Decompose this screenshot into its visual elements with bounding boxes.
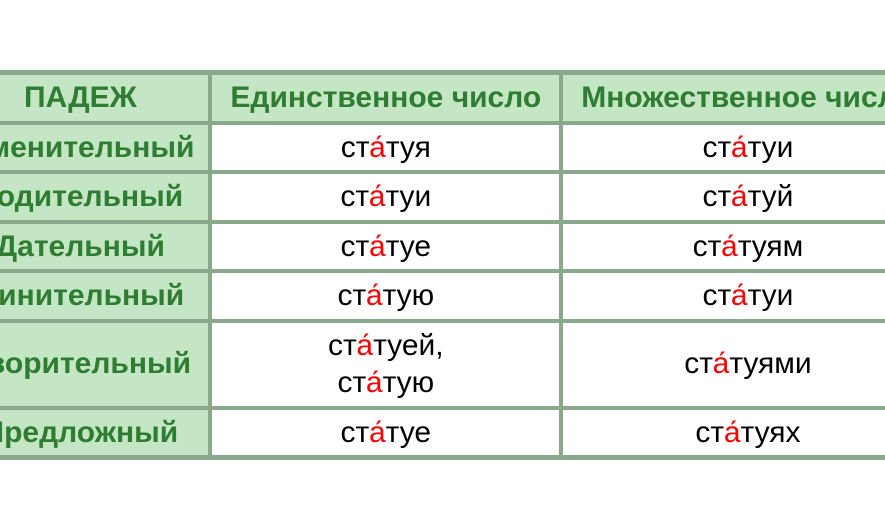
stressed-vowel: а́ xyxy=(356,329,373,362)
table-row: Винительныйста́туюста́туи xyxy=(0,272,885,320)
singular-cell: ста́тую xyxy=(211,272,560,320)
word-pre: ст xyxy=(340,180,368,213)
singular-cell: ста́туе xyxy=(211,409,560,457)
table-row: Творительныйста́туей,ста́туюста́туями xyxy=(0,322,885,407)
singular-cell: ста́туя xyxy=(211,124,560,172)
stressed-vowel: а́ xyxy=(731,131,748,164)
word-form: ста́туей, xyxy=(328,329,444,362)
stressed-vowel: а́ xyxy=(366,366,383,399)
word-pre: ст xyxy=(684,347,712,380)
word-form: ста́туями xyxy=(684,347,811,380)
table-row: Предложныйста́туеста́туях xyxy=(0,409,885,457)
word-post: туе xyxy=(386,416,431,449)
word-post: туи xyxy=(748,279,794,312)
word-form: ста́тую xyxy=(337,366,434,399)
word-form: ста́туи xyxy=(702,279,793,312)
plural-cell: ста́туи xyxy=(562,272,885,320)
plural-cell: ста́туи xyxy=(562,124,885,172)
table-row: Дательныйста́туеста́туям xyxy=(0,223,885,271)
word-form: ста́туе xyxy=(341,416,432,449)
word-pre: ст xyxy=(328,329,356,362)
word-pre: ст xyxy=(341,131,369,164)
word-pre: ст xyxy=(341,416,369,449)
word-post: туям xyxy=(738,230,804,263)
plural-cell: ста́туях xyxy=(562,409,885,457)
table-body: Именительныйста́туяста́туиРодительныйста… xyxy=(0,124,885,457)
header-row: ПАДЕЖ Единственное число Множественное ч… xyxy=(0,74,885,122)
word-post: туя xyxy=(386,131,431,164)
word-pre: ст xyxy=(693,230,721,263)
stressed-vowel: а́ xyxy=(369,180,386,213)
word-post: туями xyxy=(729,347,811,380)
case-name-cell: Родительный xyxy=(0,173,209,221)
word-form: ста́туях xyxy=(695,416,800,449)
plural-cell: ста́туями xyxy=(562,322,885,407)
word-post: туях xyxy=(741,416,801,449)
case-name-cell: Творительный xyxy=(0,322,209,407)
stressed-vowel: а́ xyxy=(731,180,748,213)
word-form: ста́тую xyxy=(337,279,434,312)
word-form: ста́туи xyxy=(340,180,431,213)
case-name-cell: Именительный xyxy=(0,124,209,172)
singular-cell: ста́туе xyxy=(211,223,560,271)
word-pre: ст xyxy=(337,366,365,399)
case-name-cell: Винительный xyxy=(0,272,209,320)
word-form: ста́туям xyxy=(693,230,804,263)
word-pre: ст xyxy=(702,279,730,312)
word-form: ста́туй xyxy=(702,180,793,213)
word-form: ста́туе xyxy=(341,230,432,263)
stressed-vowel: а́ xyxy=(366,279,383,312)
stressed-vowel: а́ xyxy=(369,416,386,449)
case-name-cell: Предложный xyxy=(0,409,209,457)
word-pre: ст xyxy=(702,131,730,164)
plural-cell: ста́туям xyxy=(562,223,885,271)
word-post: туе xyxy=(386,230,431,263)
word-post: тую xyxy=(383,366,435,399)
stressed-vowel: а́ xyxy=(369,131,386,164)
stressed-vowel: а́ xyxy=(731,279,748,312)
word-pre: ст xyxy=(702,180,730,213)
case-name-cell: Дательный xyxy=(0,223,209,271)
stressed-vowel: а́ xyxy=(369,230,386,263)
stressed-vowel: а́ xyxy=(721,230,738,263)
plural-cell: ста́туй xyxy=(562,173,885,221)
word-pre: ст xyxy=(341,230,369,263)
word-post: туи xyxy=(385,180,431,213)
header-plural: Множественное число xyxy=(562,74,885,122)
word-pre: ст xyxy=(695,416,723,449)
stressed-vowel: а́ xyxy=(713,347,730,380)
word-form: ста́туи xyxy=(702,131,793,164)
table-row: Родительныйста́туиста́туй xyxy=(0,173,885,221)
declension-table: ПАДЕЖ Единственное число Множественное ч… xyxy=(0,70,885,460)
word-form: ста́туя xyxy=(341,131,431,164)
singular-cell: ста́туей,ста́тую xyxy=(211,322,560,407)
header-singular: Единственное число xyxy=(211,74,560,122)
word-post: тую xyxy=(383,279,435,312)
word-pre: ст xyxy=(337,279,365,312)
table-row: Именительныйста́туяста́туи xyxy=(0,124,885,172)
word-post: туей, xyxy=(373,329,444,362)
stressed-vowel: а́ xyxy=(724,416,741,449)
singular-cell: ста́туи xyxy=(211,173,560,221)
header-case: ПАДЕЖ xyxy=(0,74,209,122)
word-post: туй xyxy=(748,180,794,213)
word-post: туи xyxy=(748,131,794,164)
